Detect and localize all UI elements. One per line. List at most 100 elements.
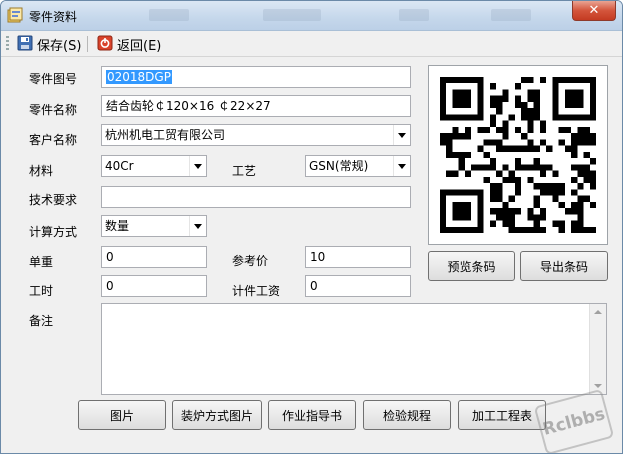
qr-module [577,139,584,146]
qr-module [564,77,572,84]
customer-select[interactable]: 杭州机电工贸有限公司 [101,124,411,146]
process-sheet-label: 加工工程表 [471,408,532,423]
qr-module [464,77,472,84]
qr-module [502,133,509,140]
qr-module [571,101,578,109]
furnace-loading-picture-button[interactable]: 装炉方式图片 [172,400,262,430]
qr-module [502,145,509,152]
qr-module [539,126,547,134]
background-ghost [263,9,321,21]
qr-module [514,95,522,102]
qr-module [514,226,522,233]
qr-module [558,114,565,121]
qr-module [471,226,478,233]
ref-price-input[interactable]: 10 [305,246,411,268]
qr-module [552,108,559,115]
qr-module [533,101,540,109]
qr-module [440,95,447,102]
tech-input[interactable] [101,186,411,208]
qr-module [564,126,572,134]
power-exit-icon [97,35,113,54]
qr-module [571,77,578,84]
qr-module [583,114,590,121]
part-name-input[interactable]: 结合齿轮￠120×16 ￠22×27 [101,95,411,117]
material-select[interactable]: 40Cr [101,155,207,177]
qr-module [527,108,534,115]
qr-module [464,226,472,233]
qr-module [471,164,478,171]
qr-module [440,208,447,215]
app-window-icon [7,6,25,24]
qr-module [440,226,447,233]
inspection-procedure-button[interactable]: 检验规程 [363,400,451,430]
qr-module [521,145,528,152]
qr-module [583,139,590,146]
material-value: 40Cr [105,159,134,173]
qr-module [514,189,522,196]
qr-module [589,176,596,184]
qr-module [496,139,503,146]
qr-module [558,220,565,227]
process-sheet-button[interactable]: 加工工程表 [458,400,546,430]
watermark-text: Rclbbs [540,404,608,440]
qr-module [589,101,596,109]
chevron-down-icon [194,223,202,229]
qr-module [521,114,528,121]
qr-module [458,164,465,171]
dropdown-arrow[interactable] [189,216,206,236]
work-instruction-button[interactable]: 作业指导书 [268,400,356,430]
qr-module [577,114,584,121]
qr-module [502,95,509,102]
calc-select[interactable]: 数量 [101,215,207,237]
unit-weight-input[interactable]: 0 [101,246,207,268]
toolbar-grip[interactable] [6,36,9,52]
back-button[interactable]: 返回(E) [95,34,163,54]
qr-module [477,114,484,121]
qr-module [589,226,596,233]
qr-module [464,201,472,209]
picture-button[interactable]: 图片 [78,400,166,430]
part-no-input[interactable]: 02018DGP [101,66,411,88]
remark-textarea[interactable] [101,303,607,395]
export-barcode-button[interactable]: 导出条码 [520,251,608,281]
qr-module [552,114,559,121]
qr-module [571,226,578,233]
qr-module [477,77,484,84]
window-title: 零件资料 [29,10,78,24]
save-button[interactable]: 保存(S) [15,34,83,54]
qr-module [589,114,596,121]
dropdown-arrow[interactable] [189,156,206,176]
scroll-up-icon[interactable] [594,310,602,314]
qr-module [558,183,565,190]
back-label: 返回(E) [117,38,162,54]
piece-wage-value: 0 [310,279,318,293]
qr-module [452,208,459,215]
qr-module [458,158,465,165]
qr-module [508,214,515,221]
qr-module [564,145,572,152]
qr-module [496,183,503,190]
dropdown-arrow[interactable] [393,156,410,176]
process-select[interactable]: GSN(常规) [305,155,411,177]
preview-barcode-button[interactable]: 预览条码 [428,251,515,281]
piece-wage-input[interactable]: 0 [305,275,411,297]
dropdown-arrow[interactable] [393,125,410,145]
qr-module [564,114,572,121]
qr-module [546,189,553,196]
qr-module [502,214,509,221]
remark-scrollbar[interactable] [589,304,606,394]
qr-module [477,164,484,171]
close-button[interactable]: ✕ [572,1,616,21]
qr-module [577,95,584,102]
background-ghost [491,9,531,21]
qr-module [446,133,453,140]
qr-module [521,164,528,171]
qr-module [589,183,596,190]
qr-module [577,195,584,202]
qr-module [477,195,484,202]
floppy-disk-icon [17,35,33,54]
qr-module [446,151,453,159]
qr-module [458,101,465,109]
scroll-down-icon[interactable] [594,384,602,388]
work-hours-input[interactable]: 0 [101,275,207,297]
